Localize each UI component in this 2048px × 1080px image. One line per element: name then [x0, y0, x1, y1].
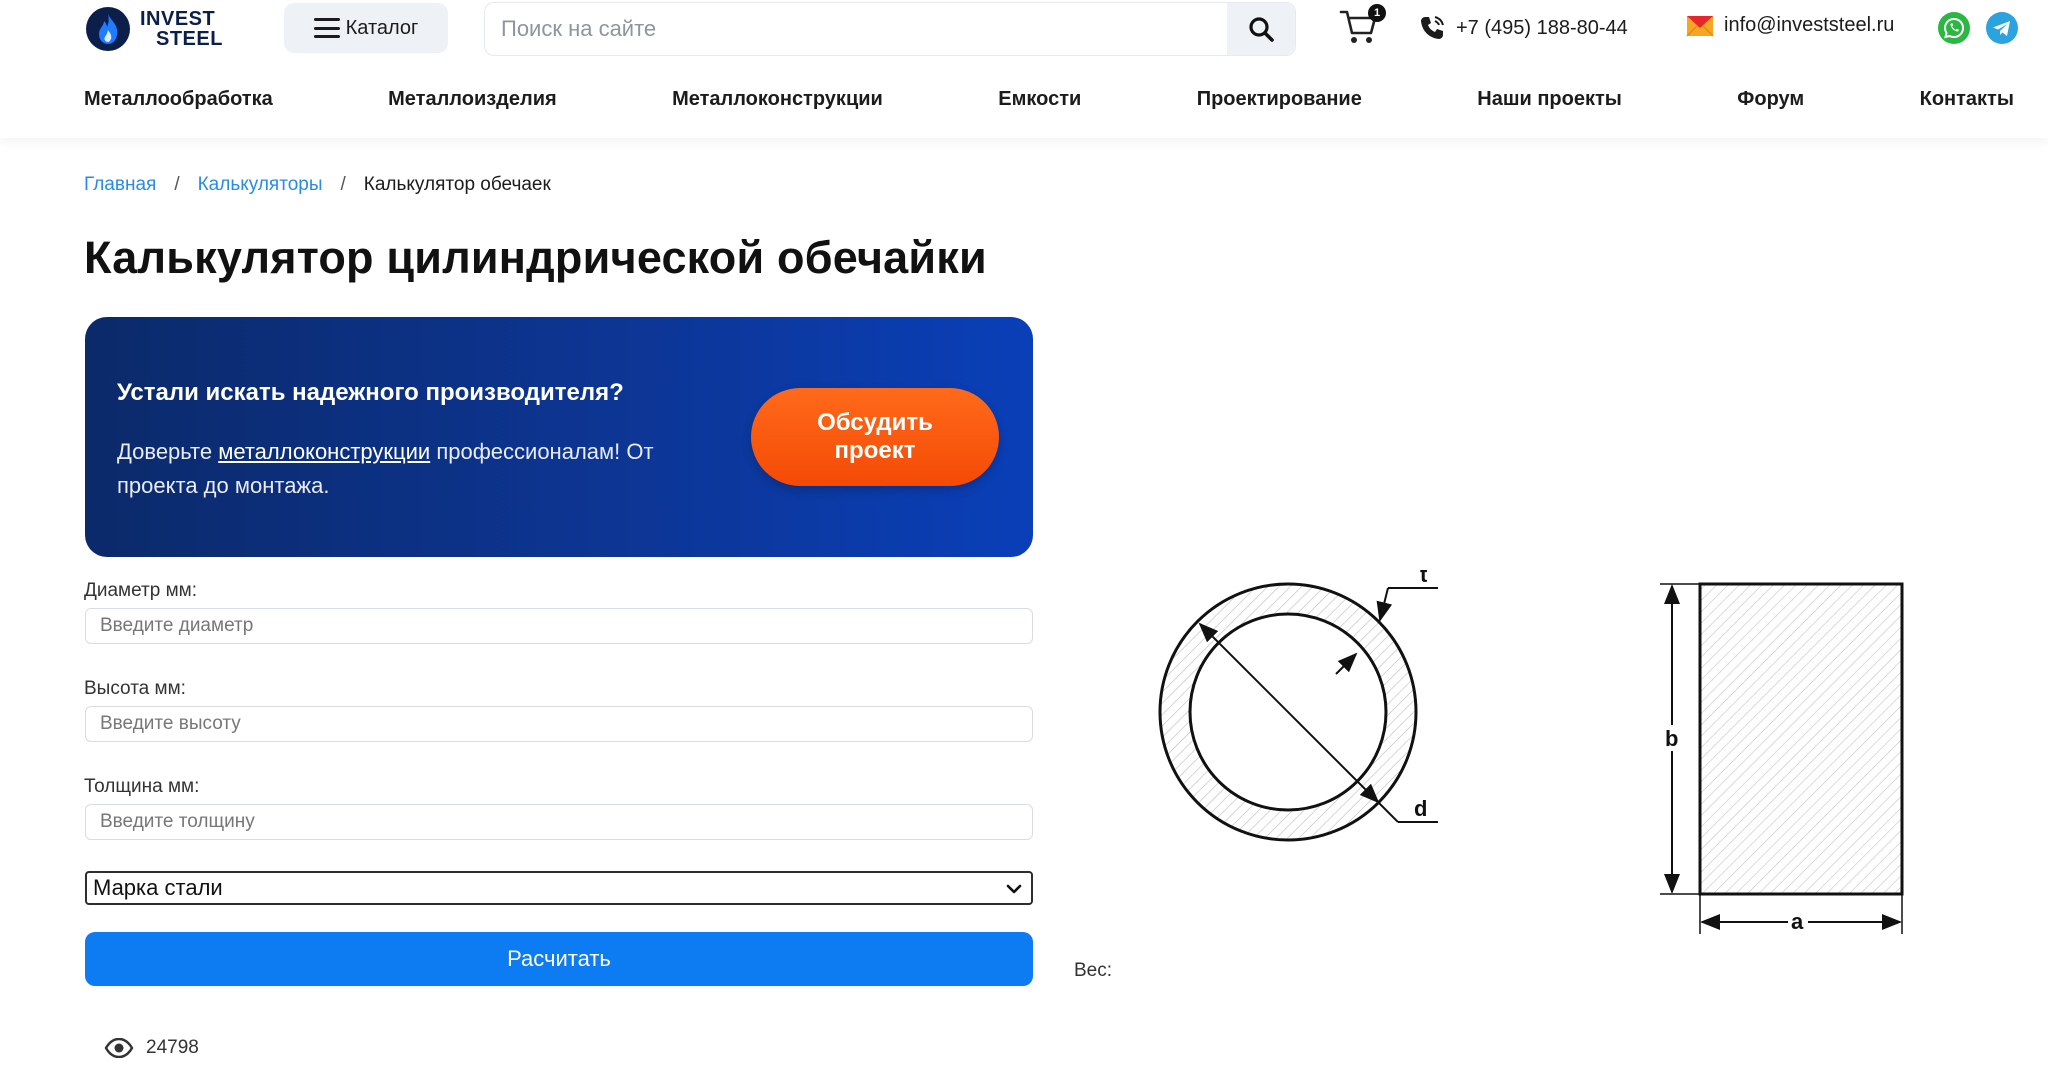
- phone-number: +7 (495) 188-80-44: [1456, 16, 1628, 39]
- nav-item-contacts[interactable]: Контакты: [1920, 88, 2014, 111]
- catalog-button[interactable]: Каталог: [284, 3, 448, 53]
- phone-link[interactable]: +7 (495) 188-80-44: [1418, 14, 1628, 42]
- search-bar: [484, 2, 1296, 56]
- thickness-arrow-outer: [1376, 587, 1393, 622]
- diameter-input[interactable]: [85, 608, 1033, 644]
- height-symbol: b: [1665, 726, 1678, 751]
- breadcrumb-current: Калькулятор обечаек: [363, 174, 551, 195]
- telegram-link[interactable]: [1986, 12, 2018, 44]
- nav-item-metal-products[interactable]: Металлоизделия: [388, 88, 557, 111]
- calculate-button[interactable]: Расчитать: [85, 932, 1033, 986]
- nav-item-metalworking[interactable]: Металлообработка: [84, 88, 273, 111]
- height-label: Высота мм:: [84, 678, 186, 699]
- sheet-unfold-diagram: b a: [1660, 582, 1904, 934]
- eye-icon: [104, 1038, 134, 1058]
- weight-result-label: Вес:: [1074, 960, 1113, 981]
- nav-item-design[interactable]: Проектирование: [1197, 88, 1362, 111]
- chevron-down-icon: [1006, 884, 1022, 894]
- nav-item-metal-structures[interactable]: Металлоконструкции: [672, 88, 883, 111]
- catalog-label: Каталог: [345, 16, 419, 39]
- logo-wordmark: INVEST STEEL: [140, 8, 223, 50]
- sheet-rectangle: [1698, 582, 1904, 896]
- breadcrumb-calculators[interactable]: Калькуляторы: [198, 174, 323, 196]
- flame-icon: [86, 7, 130, 51]
- site-header: INVEST STEEL Каталог 1 +7 (495) 188: [0, 0, 2048, 138]
- steel-grade-value: Марка стали: [93, 875, 223, 900]
- whatsapp-icon: [1943, 17, 1965, 39]
- height-input[interactable]: [85, 706, 1033, 742]
- breadcrumb-separator: /: [340, 174, 346, 195]
- menu-icon: [313, 18, 340, 38]
- banner-text: Доверьте металлоконструкции профессионал…: [117, 439, 654, 498]
- ring-cross-section-diagram: t d: [1158, 570, 1438, 842]
- thickness-label: Толщина мм:: [84, 776, 200, 797]
- nav-item-forum[interactable]: Форум: [1737, 88, 1804, 111]
- nav-item-projects[interactable]: Наши проекты: [1477, 88, 1622, 111]
- cart-count-badge: 1: [1368, 4, 1386, 22]
- telegram-icon: [1993, 21, 2010, 36]
- email-address: info@investsteel.ru: [1724, 14, 1895, 36]
- discuss-project-button[interactable]: Обсудить проект: [751, 388, 999, 486]
- phone-icon: [1421, 16, 1444, 39]
- promo-banner: Устали искать надежного производителя? Д…: [85, 317, 1033, 557]
- logo[interactable]: INVEST STEEL: [86, 4, 223, 54]
- width-symbol: a: [1791, 909, 1804, 934]
- steel-grade-select[interactable]: Марка стали: [85, 871, 1033, 905]
- breadcrumb: Главная / Калькуляторы / Калькулятор обе…: [84, 174, 551, 196]
- diameter-symbol: d: [1414, 796, 1427, 821]
- diameter-label: Диаметр мм:: [84, 580, 197, 601]
- search-icon: [1249, 17, 1274, 42]
- thickness-input[interactable]: [85, 804, 1033, 840]
- nav-item-tanks[interactable]: Емкости: [998, 88, 1081, 111]
- whatsapp-link[interactable]: [1938, 12, 1970, 44]
- views-counter: 24798: [104, 1037, 199, 1059]
- diameter-leader: [1377, 801, 1399, 823]
- banner-title: Устали искать надежного производителя?: [117, 379, 624, 406]
- main-nav: Металлообработка Металлоизделия Металлок…: [84, 88, 2014, 111]
- breadcrumb-separator: /: [174, 174, 180, 195]
- search-button[interactable]: [1227, 3, 1295, 55]
- page-title: Калькулятор цилиндрической обечайки: [84, 232, 987, 283]
- mail-icon: [1686, 15, 1714, 37]
- breadcrumb-home[interactable]: Главная: [84, 174, 156, 196]
- email-link[interactable]: info@investsteel.ru: [1686, 14, 1894, 37]
- cart-button[interactable]: 1: [1338, 4, 1386, 46]
- views-count: 24798: [146, 1037, 199, 1058]
- search-input[interactable]: [485, 3, 1227, 55]
- thickness-symbol: t: [1420, 570, 1428, 587]
- banner-link-metal-structures[interactable]: металлоконструкции: [218, 439, 430, 464]
